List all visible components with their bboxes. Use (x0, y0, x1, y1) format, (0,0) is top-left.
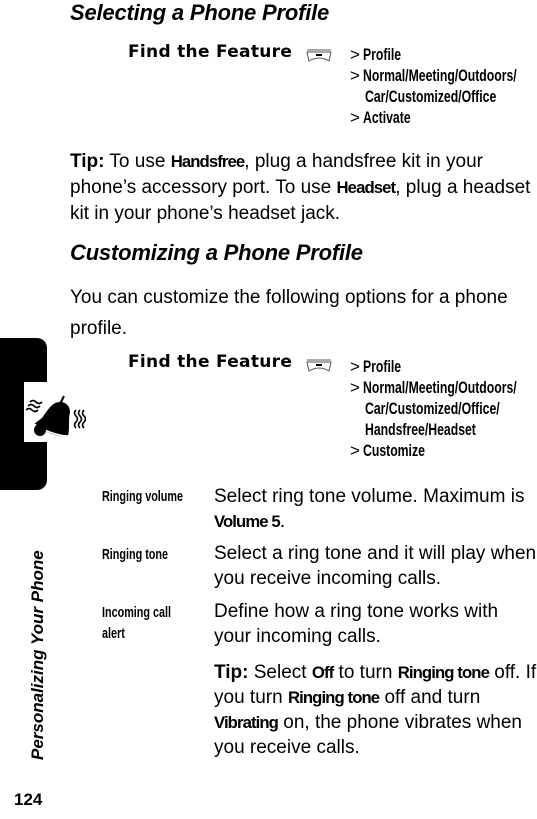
find-feature-steps: > Profile > Normal/Meeting/Outdoors/ Car/C… (350, 44, 537, 128)
section-heading-customizing-profile: Customizing a Phone Profile (70, 240, 363, 265)
option-label-ringing-volume: Ringing volume (102, 488, 183, 505)
tip-label: Tip: (70, 151, 105, 172)
page-number: 124 (14, 790, 43, 809)
menu-step-profile: > Profile (350, 357, 402, 376)
keyword-headset: Headset (336, 178, 397, 197)
menu-step-customize: > Customize (350, 441, 425, 460)
find-feature-label: Find the Feature (128, 352, 293, 372)
menu-step-profile-list: > Normal/Meeting/Outdoors/ (350, 378, 517, 397)
option-desc-ringing-volume: Select ring tone volume. Maximum is Volu… (214, 486, 525, 532)
keyword-ringing-tone: Ringing tone (397, 663, 490, 682)
option-label-incoming-call-alert: Incoming call alert (102, 604, 172, 642)
find-feature-label: Find the Feature (128, 42, 293, 62)
menu-key-icon (306, 359, 332, 372)
chapter-icon-box (24, 382, 86, 442)
option-desc-ringing-tone: Select a ring tone and it will play when… (214, 543, 537, 589)
menu-step-activate: > Activate (350, 108, 411, 127)
keyword-vibrating: Vibrating (214, 713, 279, 732)
menu-step-profile-list-cont: Car/Customized/Office (365, 87, 497, 106)
option-desc-incoming-call-alert: Define how a ring tone works with your i… (214, 601, 499, 647)
menu-step-profile-list-cont: Handsfree/Headset (365, 420, 476, 439)
ringing-bell-icon (25, 395, 86, 437)
menu-step-profile: > Profile (350, 45, 402, 64)
tip-ringing-tone-off: Tip: Select Off to turn Ringing tone off… (214, 662, 537, 758)
find-feature-steps: > Profile > Normal/Meeting/Outdoors/ Car/C… (350, 356, 537, 461)
chapter-title: Personalizing Your Phone (28, 550, 47, 760)
tip-handsfree: Tip: To use Handsfree, plug a handsfree … (70, 151, 531, 224)
keyword-ringing-tone: Ringing tone (287, 688, 380, 707)
menu-step-profile-list-cont: Car/Customized/Office/ (365, 399, 500, 418)
customize-intro: You can customize the following options … (70, 287, 508, 339)
section-heading-selecting-profile: Selecting a Phone Profile (70, 0, 330, 25)
keyword-off: Off (311, 663, 334, 682)
keyword-volume-5: Volume 5 (214, 512, 281, 531)
keyword-handsfree: Handsfree (170, 152, 245, 171)
tip-label: Tip: (214, 662, 249, 683)
option-label-ringing-tone: Ringing tone (102, 546, 168, 563)
menu-key-icon (306, 49, 332, 62)
menu-step-profile-list: > Normal/Meeting/Outdoors/ (350, 66, 517, 85)
